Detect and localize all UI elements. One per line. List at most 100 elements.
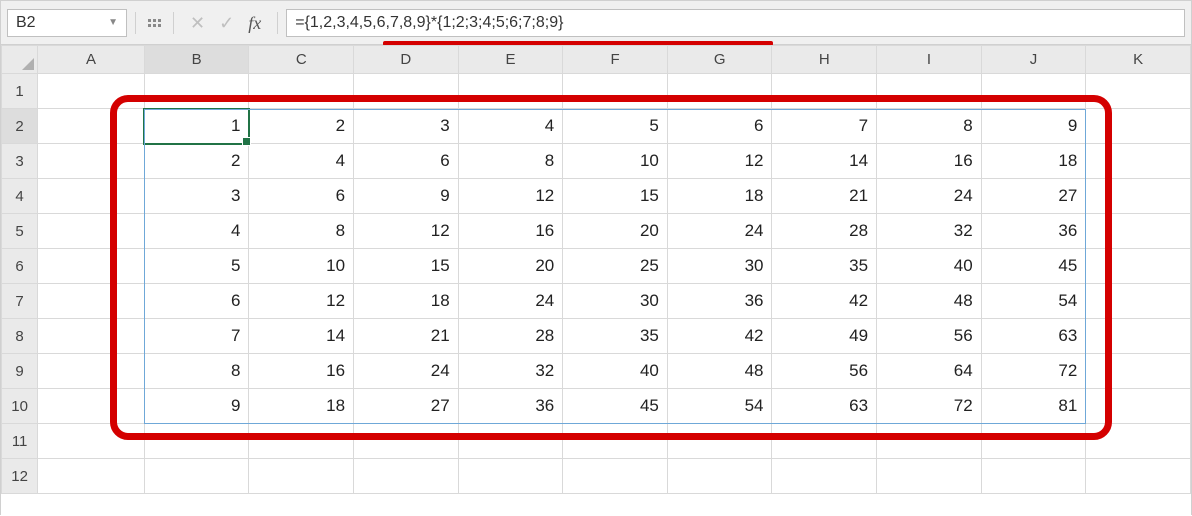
row-header-1[interactable]: 1 (2, 74, 38, 109)
cell-K10[interactable] (1086, 389, 1191, 424)
cell-C1[interactable] (249, 74, 354, 109)
cell-F12[interactable] (563, 459, 668, 494)
cell-A1[interactable] (38, 74, 145, 109)
cell-G5[interactable]: 24 (667, 214, 772, 249)
cell-D9[interactable]: 24 (354, 354, 459, 389)
cell-H9[interactable]: 56 (772, 354, 877, 389)
cell-G9[interactable]: 48 (667, 354, 772, 389)
cell-G10[interactable]: 54 (667, 389, 772, 424)
cell-I9[interactable]: 64 (877, 354, 982, 389)
column-header-A[interactable]: A (38, 46, 145, 74)
cell-B1[interactable] (144, 74, 249, 109)
cell-D2[interactable]: 3 (354, 109, 459, 144)
cell-D1[interactable] (354, 74, 459, 109)
cell-E7[interactable]: 24 (458, 284, 563, 319)
cell-F2[interactable]: 5 (563, 109, 668, 144)
column-header-H[interactable]: H (772, 46, 877, 74)
row-header-9[interactable]: 9 (2, 354, 38, 389)
cell-C12[interactable] (249, 459, 354, 494)
cell-I12[interactable] (877, 459, 982, 494)
cell-I4[interactable]: 24 (877, 179, 982, 214)
cell-J10[interactable]: 81 (981, 389, 1086, 424)
row-header-5[interactable]: 5 (2, 214, 38, 249)
cell-I3[interactable]: 16 (877, 144, 982, 179)
cell-D7[interactable]: 18 (354, 284, 459, 319)
cell-E6[interactable]: 20 (458, 249, 563, 284)
cell-A2[interactable] (38, 109, 145, 144)
cell-H8[interactable]: 49 (772, 319, 877, 354)
cell-K8[interactable] (1086, 319, 1191, 354)
cell-B3[interactable]: 2 (144, 144, 249, 179)
cell-B7[interactable]: 6 (144, 284, 249, 319)
column-header-B[interactable]: B (144, 46, 249, 74)
cell-J11[interactable] (981, 424, 1086, 459)
row-header-6[interactable]: 6 (2, 249, 38, 284)
cell-F4[interactable]: 15 (563, 179, 668, 214)
cell-B2[interactable]: 1 (144, 109, 249, 144)
cell-I10[interactable]: 72 (877, 389, 982, 424)
cell-I6[interactable]: 40 (877, 249, 982, 284)
row-header-4[interactable]: 4 (2, 179, 38, 214)
cell-K11[interactable] (1086, 424, 1191, 459)
cell-A6[interactable] (38, 249, 145, 284)
cell-G6[interactable]: 30 (667, 249, 772, 284)
cell-K12[interactable] (1086, 459, 1191, 494)
row-header-7[interactable]: 7 (2, 284, 38, 319)
column-header-I[interactable]: I (877, 46, 982, 74)
cell-E5[interactable]: 16 (458, 214, 563, 249)
cell-C4[interactable]: 6 (249, 179, 354, 214)
cell-B9[interactable]: 8 (144, 354, 249, 389)
cell-B11[interactable] (144, 424, 249, 459)
cell-K4[interactable] (1086, 179, 1191, 214)
cell-K9[interactable] (1086, 354, 1191, 389)
cell-E11[interactable] (458, 424, 563, 459)
cell-J12[interactable] (981, 459, 1086, 494)
cell-A12[interactable] (38, 459, 145, 494)
cell-D11[interactable] (354, 424, 459, 459)
chevron-down-icon[interactable]: ▼ (108, 17, 118, 28)
column-header-G[interactable]: G (667, 46, 772, 74)
cell-D8[interactable]: 21 (354, 319, 459, 354)
cell-J9[interactable]: 72 (981, 354, 1086, 389)
cell-F9[interactable]: 40 (563, 354, 668, 389)
cell-grid[interactable]: ABCDEFGHIJK12123456789324681012141618436… (1, 45, 1191, 494)
row-header-11[interactable]: 11 (2, 424, 38, 459)
cell-J1[interactable] (981, 74, 1086, 109)
cell-D6[interactable]: 15 (354, 249, 459, 284)
cell-F3[interactable]: 10 (563, 144, 668, 179)
cell-E12[interactable] (458, 459, 563, 494)
cell-G12[interactable] (667, 459, 772, 494)
cell-J7[interactable]: 54 (981, 284, 1086, 319)
cell-E2[interactable]: 4 (458, 109, 563, 144)
cell-F7[interactable]: 30 (563, 284, 668, 319)
cell-K7[interactable] (1086, 284, 1191, 319)
insert-function-icon[interactable]: fx (248, 14, 261, 32)
row-header-12[interactable]: 12 (2, 459, 38, 494)
formula-bar-drag-handle-icon[interactable] (144, 13, 165, 33)
cell-B4[interactable]: 3 (144, 179, 249, 214)
cell-J4[interactable]: 27 (981, 179, 1086, 214)
row-header-2[interactable]: 2 (2, 109, 38, 144)
cell-C5[interactable]: 8 (249, 214, 354, 249)
row-header-3[interactable]: 3 (2, 144, 38, 179)
cell-H12[interactable] (772, 459, 877, 494)
cell-G1[interactable] (667, 74, 772, 109)
column-header-K[interactable]: K (1086, 46, 1191, 74)
cell-A7[interactable] (38, 284, 145, 319)
cell-D5[interactable]: 12 (354, 214, 459, 249)
cell-C3[interactable]: 4 (249, 144, 354, 179)
cell-E8[interactable]: 28 (458, 319, 563, 354)
cell-A5[interactable] (38, 214, 145, 249)
cell-J2[interactable]: 9 (981, 109, 1086, 144)
cell-A9[interactable] (38, 354, 145, 389)
cell-J3[interactable]: 18 (981, 144, 1086, 179)
formula-input[interactable]: ={1,2,3,4,5,6,7,8,9}*{1;2;3;4;5;6;7;8;9} (286, 9, 1185, 37)
cell-K2[interactable] (1086, 109, 1191, 144)
cell-E1[interactable] (458, 74, 563, 109)
column-header-J[interactable]: J (981, 46, 1086, 74)
cell-H10[interactable]: 63 (772, 389, 877, 424)
cell-K3[interactable] (1086, 144, 1191, 179)
cell-A8[interactable] (38, 319, 145, 354)
cell-K5[interactable] (1086, 214, 1191, 249)
worksheet[interactable]: ABCDEFGHIJK12123456789324681012141618436… (1, 45, 1191, 516)
